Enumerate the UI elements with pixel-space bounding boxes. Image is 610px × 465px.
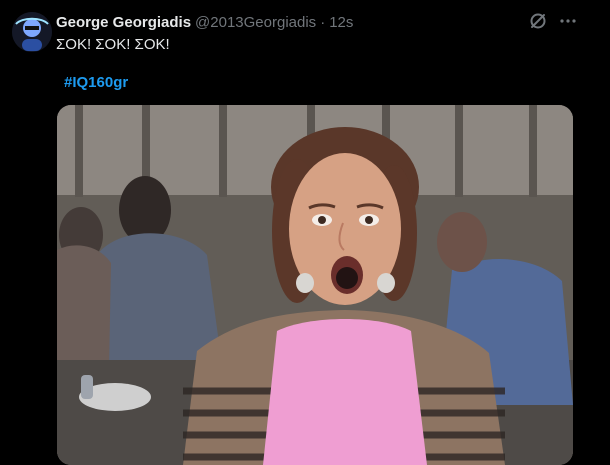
tweet-header: George Georgiadis @2013Georgiadis · 12s — [56, 12, 353, 32]
media-illustration — [57, 105, 573, 465]
hashtag-link[interactable]: #IQ160gr — [64, 74, 128, 91]
timestamp[interactable]: 12s — [329, 14, 353, 31]
avatar[interactable] — [12, 12, 52, 52]
author-name[interactable]: George Georgiadis — [56, 14, 191, 31]
grok-icon[interactable] — [527, 10, 549, 32]
more-icon[interactable] — [557, 10, 579, 32]
tweet-media[interactable] — [57, 105, 573, 465]
author-handle[interactable]: @2013Georgiadis — [195, 14, 316, 31]
tweet-text: ΣΟΚ! ΣΟΚ! ΣΟΚ! — [56, 36, 170, 53]
meta-separator: · — [320, 13, 326, 31]
